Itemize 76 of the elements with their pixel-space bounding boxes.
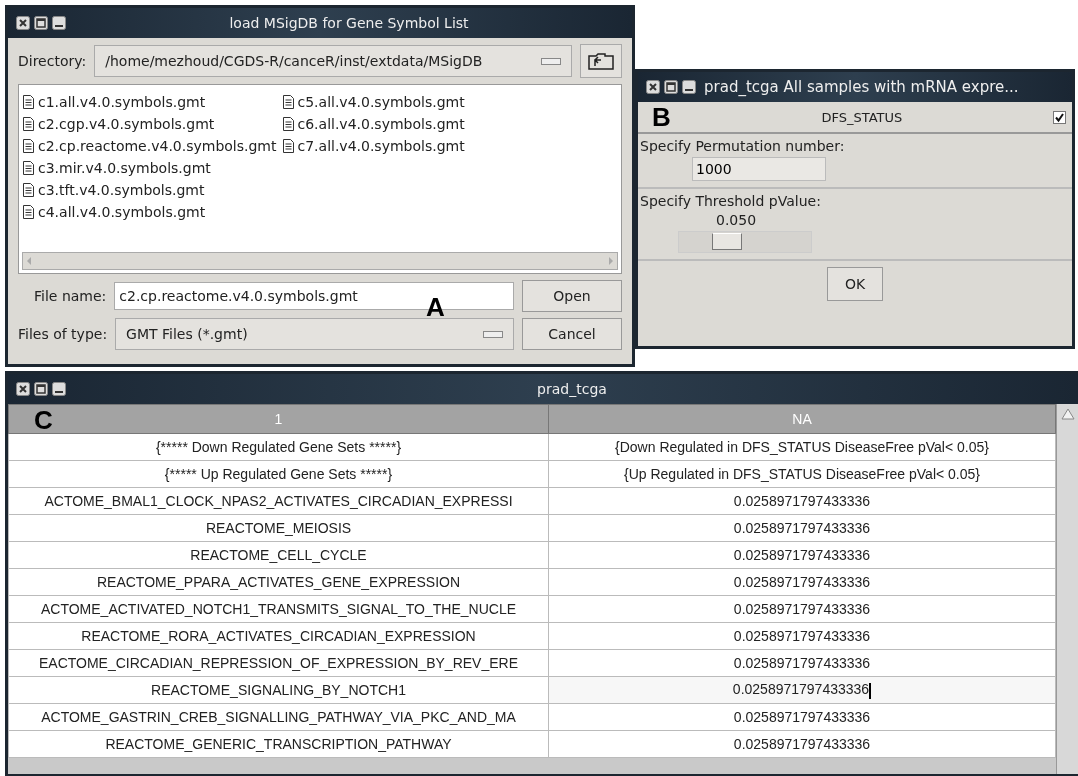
document-icon	[23, 95, 34, 109]
vertical-scrollbar[interactable]	[1056, 404, 1078, 774]
close-icon[interactable]	[16, 382, 30, 396]
panel-label: B	[652, 104, 671, 130]
file-item[interactable]: c4.all.v4.0.symbols.gmt	[23, 201, 277, 223]
document-icon	[23, 205, 34, 219]
table-cell: 0.0258971797433336	[548, 622, 1056, 650]
table-cell: 0.0258971797433336	[548, 487, 1056, 515]
table-cell: REACTOME_GENERIC_TRANSCRIPTION_PATHWAY	[8, 730, 549, 758]
maximize-icon[interactable]	[34, 382, 48, 396]
slider-value: 0.050	[716, 212, 758, 228]
panel-label: C	[34, 407, 53, 433]
scroll-up-arrow-icon[interactable]	[1060, 408, 1075, 420]
table-cell: REACTOME_RORA_ACTIVATES_CIRCADIAN_EXPRESSION	[8, 622, 549, 650]
cancel-button[interactable]: Cancel	[522, 318, 622, 350]
open-button[interactable]: Open	[522, 280, 622, 312]
file-item[interactable]: c3.tft.v4.0.symbols.gmt	[23, 179, 277, 201]
file-type-label: Files of type:	[18, 326, 108, 342]
table-cell: ACTOME_GASTRIN_CREB_SIGNALLING_PATHWAY_VIA_PKC_AND_MA	[8, 703, 549, 731]
document-icon	[23, 161, 34, 175]
threshold-label: Specify Threshold pValue:	[640, 193, 822, 209]
parent-folder-button[interactable]	[580, 44, 622, 78]
close-icon[interactable]	[16, 16, 30, 30]
table-cell: REACTOME_SIGNALING_BY_NOTCH1	[8, 676, 549, 704]
table-cell: REACTOME_MEIOSIS	[8, 514, 549, 542]
window-title: load MSigDB for Gene Symbol List	[228, 15, 470, 31]
file-item[interactable]: c2.cp.reactome.v4.0.symbols.gmt	[23, 135, 277, 157]
document-icon	[282, 95, 294, 109]
permutation-label: Specify Permutation number:	[640, 138, 846, 154]
document-icon	[23, 117, 34, 131]
file-item[interactable]: c7.all.v4.0.symbols.gmt	[282, 135, 465, 157]
file-name-label: File name:	[33, 288, 107, 304]
table-cell: REACTOME_PPARA_ACTIVATES_GENE_EXPRESSION	[8, 568, 549, 596]
table-cell: 0.0258971797433336	[548, 703, 1056, 731]
file-item[interactable]: c6.all.v4.0.symbols.gmt	[282, 113, 465, 135]
table-cell: 0.0258971797433336	[548, 649, 1056, 677]
ok-button[interactable]: OK	[827, 267, 883, 301]
directory-label: Directory:	[18, 53, 87, 69]
table-cell: 0.0258971797433336	[548, 676, 1056, 704]
document-icon	[282, 139, 294, 153]
slider-track[interactable]	[678, 231, 812, 253]
table-cell: ACTOME_ACTIVATED_NOTCH1_TRANSMITS_SIGNAL_TO_THE_NUCLE	[8, 595, 549, 623]
table-cell: EACTOME_CIRCADIAN_REPRESSION_OF_EXPRESSION_BY_REV_ERE	[8, 649, 549, 677]
table-cell: 0.0258971797433336	[548, 595, 1056, 623]
table-cell: REACTOME_CELL_CYCLE	[8, 541, 549, 569]
maximize-icon[interactable]	[34, 16, 48, 30]
slider-thumb[interactable]	[711, 233, 742, 250]
file-type-dropdown[interactable]: GMT Files (*.gmt)	[115, 318, 514, 350]
close-icon[interactable]	[646, 80, 660, 94]
document-icon	[282, 117, 294, 131]
directory-dropdown[interactable]: /home/mezhoud/CGDS-R/canceR/inst/extdata/MSigDB	[94, 45, 572, 77]
table-cell: 0.0258971797433336	[548, 541, 1056, 569]
minimize-icon[interactable]	[682, 80, 696, 94]
window-title: prad_tcga	[536, 381, 608, 397]
file-item[interactable]: c3.mir.v4.0.symbols.gmt	[23, 157, 277, 179]
maximize-icon[interactable]	[664, 80, 678, 94]
file-item[interactable]: c1.all.v4.0.symbols.gmt	[23, 91, 277, 113]
checkbox[interactable]	[1053, 110, 1066, 124]
table-cell: ACTOME_BMAL1_CLOCK_NPAS2_ACTIVATES_CIRCADIAN_EXPRESSI	[8, 487, 549, 515]
section-header: DFS_STATUS	[820, 109, 904, 125]
table-cell: {***** Down Regulated Gene Sets *****}	[8, 433, 549, 461]
table-cell: {Down Regulated in DFS_STATUS DiseaseFree pVal< 0.05}	[548, 433, 1056, 461]
parent-folder-icon	[588, 52, 614, 70]
table-cell: {***** Up Regulated Gene Sets *****}	[8, 460, 549, 488]
permutation-field[interactable]: 1000	[692, 157, 826, 181]
table-cell: 0.0258971797433336	[548, 568, 1056, 596]
table-cell: 0.0258971797433336	[548, 514, 1056, 542]
minimize-icon[interactable]	[52, 16, 66, 30]
file-item[interactable]: c5.all.v4.0.symbols.gmt	[282, 91, 465, 113]
document-icon	[23, 183, 34, 197]
minimize-icon[interactable]	[52, 382, 66, 396]
file-item[interactable]: c2.cgp.v4.0.symbols.gmt	[23, 113, 277, 135]
window-title: prad_tcga All samples with mRNA expre...	[704, 78, 1020, 96]
table-cell: {Up Regulated in DFS_STATUS DiseaseFree pVal< 0.05}	[548, 460, 1056, 488]
document-icon	[23, 139, 34, 153]
table-cell: 0.0258971797433336	[548, 730, 1056, 758]
